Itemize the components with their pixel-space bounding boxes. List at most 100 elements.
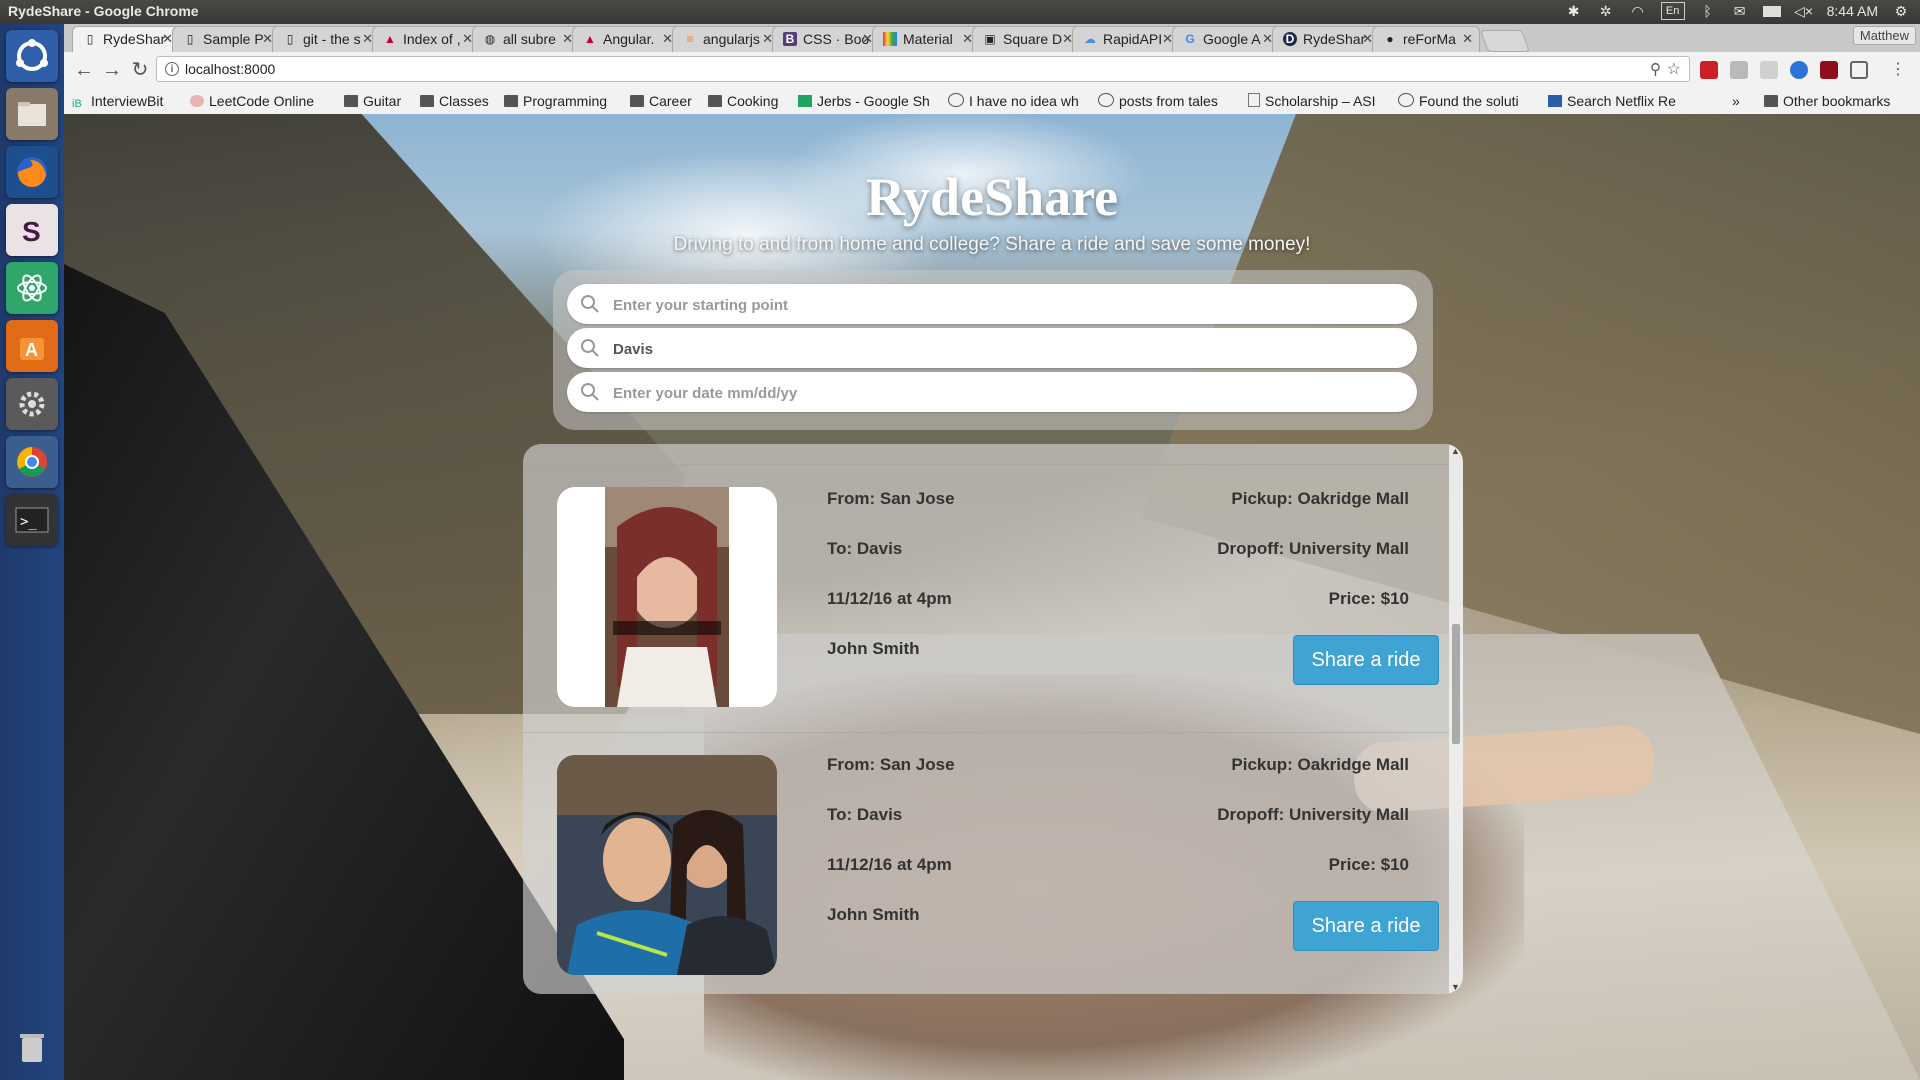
destination-input[interactable]	[611, 328, 1405, 370]
ubuntu-dash-icon[interactable]	[6, 30, 58, 82]
folder-icon	[630, 95, 644, 107]
bookmark-star-icon[interactable]: ☆	[1667, 59, 1681, 79]
tab-strip: ▯ RydeShar ✕ ▯ Sample P ✕ ▯ git - the s …	[64, 24, 1920, 52]
bookmark-label: I have no idea wh	[969, 93, 1079, 109]
google-icon: G	[1185, 32, 1195, 46]
driver-photo	[557, 487, 777, 707]
tagline: Driving to and from home and college? Sh…	[673, 234, 1311, 255]
mail-icon[interactable]: ✉	[1731, 3, 1749, 19]
tab-angularjs[interactable]: ≡ angularjs ✕	[672, 26, 780, 52]
share-ride-button[interactable]: Share a ride	[1293, 635, 1439, 685]
scroll-down-icon[interactable]: ▼	[1451, 982, 1460, 992]
results-scrollbar[interactable]: ▲ ▼	[1449, 444, 1463, 994]
chrome-icon[interactable]	[6, 436, 58, 488]
ride-datetime: 11/12/16 at 4pm	[827, 589, 952, 608]
puzzle-icon[interactable]: ✲	[1597, 3, 1615, 19]
tab-all-subreddits[interactable]: ◍ all subre ✕	[472, 26, 580, 52]
tab-material[interactable]: Material ✕	[872, 26, 980, 52]
bookmark-classes[interactable]: Classes	[420, 93, 489, 109]
reload-icon[interactable]: ↻	[128, 58, 152, 82]
destination-field[interactable]	[567, 328, 1417, 370]
tab-square[interactable]: ▣ Square D ✕	[972, 26, 1080, 52]
bookmark-guitar[interactable]: Guitar	[344, 93, 401, 109]
url-text[interactable]: localhost:8000	[185, 61, 275, 77]
gear-icon[interactable]: ⚙	[1892, 3, 1910, 19]
scrollbar-thumb[interactable]	[1452, 624, 1460, 744]
angular-icon: ▲	[384, 32, 396, 46]
bookmark-netflix[interactable]: Search Netflix Re	[1548, 93, 1676, 109]
extension-blue-icon[interactable]	[1790, 61, 1808, 79]
profile-button[interactable]: Matthew	[1852, 26, 1916, 45]
stackoverflow-icon: ≡	[686, 32, 694, 46]
tab-label: Angular.	[603, 31, 655, 47]
atom-icon[interactable]	[6, 262, 58, 314]
bluetooth-icon[interactable]: ᛒ	[1699, 3, 1717, 19]
info-icon[interactable]: i	[165, 62, 179, 76]
date-input[interactable]	[611, 372, 1405, 414]
ride-results-list[interactable]: From: San Jose To: Davis 11/12/16 at 4pm…	[523, 444, 1463, 994]
software-center-icon[interactable]: A	[6, 320, 58, 372]
terminal-icon[interactable]: >_	[6, 494, 58, 546]
bookmark-career[interactable]: Career	[630, 93, 692, 109]
tab-sample[interactable]: ▯ Sample P ✕	[172, 26, 280, 52]
bookmark-no-idea[interactable]: I have no idea wh	[948, 93, 1079, 109]
system-settings-icon[interactable]	[6, 378, 58, 430]
tab-index-of[interactable]: ▲ Index of , ✕	[372, 26, 480, 52]
bookmark-label: Guitar	[363, 93, 402, 109]
tab-label: CSS · Boo	[803, 31, 870, 47]
firefox-icon[interactable]	[6, 146, 58, 198]
start-input[interactable]	[611, 284, 1405, 326]
ride-driver: John Smith	[827, 639, 920, 658]
tab-rydeshare[interactable]: ▯ RydeShar ✕	[72, 26, 180, 52]
bookmark-cooking[interactable]: Cooking	[708, 93, 778, 109]
wifi-icon[interactable]: ◠	[1629, 3, 1647, 19]
tab-rydeshare-2[interactable]: D RydeShar ✕	[1272, 26, 1380, 52]
extension-gray-icon[interactable]	[1730, 61, 1748, 79]
clock[interactable]: 8:44 AM	[1827, 3, 1878, 19]
bookmarks-overflow-button[interactable]: »	[1732, 93, 1740, 109]
scroll-up-icon[interactable]: ▲	[1451, 446, 1460, 456]
bookmark-programming[interactable]: Programming	[504, 93, 607, 109]
start-field[interactable]	[567, 284, 1417, 326]
d-icon: D	[1283, 32, 1297, 46]
tab-angular[interactable]: ▲ Angular. ✕	[572, 26, 680, 52]
angular-icon: ▲	[584, 32, 596, 46]
keyboard-layout[interactable]: En	[1660, 2, 1685, 20]
date-field[interactable]	[567, 372, 1417, 414]
tab-reformat[interactable]: ● reForMa ✕	[1372, 26, 1480, 52]
address-bar[interactable]: i localhost:8000 ⚲ ☆	[156, 56, 1690, 82]
tab-git[interactable]: ▯ git - the s ✕	[272, 26, 380, 52]
other-bookmarks[interactable]: Other bookmarks	[1764, 93, 1890, 109]
menu-icon[interactable]: ⋮	[1886, 58, 1910, 82]
lastpass-icon[interactable]	[1700, 61, 1718, 79]
back-icon[interactable]: ←	[72, 58, 96, 82]
volume-icon[interactable]: ◁×	[1794, 3, 1813, 19]
sheets-icon	[798, 95, 812, 107]
bookmark-label: Career	[649, 93, 692, 109]
tab-rapidapi[interactable]: ☁ RapidAPI ✕	[1072, 26, 1180, 52]
zoom-icon[interactable]: ⚲	[1650, 60, 1661, 78]
bookmark-interviewbit[interactable]: iB InterviewBit	[72, 93, 163, 110]
trash-icon[interactable]	[6, 1020, 58, 1072]
bookmark-found-solution[interactable]: Found the soluti	[1398, 93, 1519, 109]
new-tab-button[interactable]	[1479, 30, 1531, 52]
close-icon[interactable]: ✕	[1462, 31, 1473, 47]
dropbox-icon[interactable]: ✱	[1565, 3, 1583, 19]
cast-icon[interactable]	[1850, 61, 1868, 79]
share-ride-button[interactable]: Share a ride	[1293, 901, 1439, 951]
slack-icon[interactable]: S	[6, 204, 58, 256]
ublock-icon[interactable]	[1820, 61, 1838, 79]
page-viewport: RydeShare Driving to and from home and c…	[64, 114, 1920, 1080]
files-icon[interactable]	[6, 88, 58, 140]
bookmark-posts-from-tales[interactable]: posts from tales	[1098, 93, 1218, 109]
tab-css-bootstrap[interactable]: B CSS · Boo ✕	[772, 26, 880, 52]
tab-google[interactable]: G Google A ✕	[1172, 26, 1280, 52]
bookmark-leetcode[interactable]: LeetCode Online	[190, 93, 314, 109]
bookmark-scholarship[interactable]: Scholarship – ASI	[1248, 93, 1376, 109]
bootstrap-icon: B	[783, 32, 797, 46]
bookmark-jerbs[interactable]: Jerbs - Google Sh	[798, 93, 930, 109]
bookmark-label: Classes	[439, 93, 489, 109]
extension-screen-icon[interactable]	[1760, 61, 1778, 79]
battery-icon[interactable]	[1762, 3, 1781, 19]
forward-icon[interactable]: →	[100, 58, 124, 82]
